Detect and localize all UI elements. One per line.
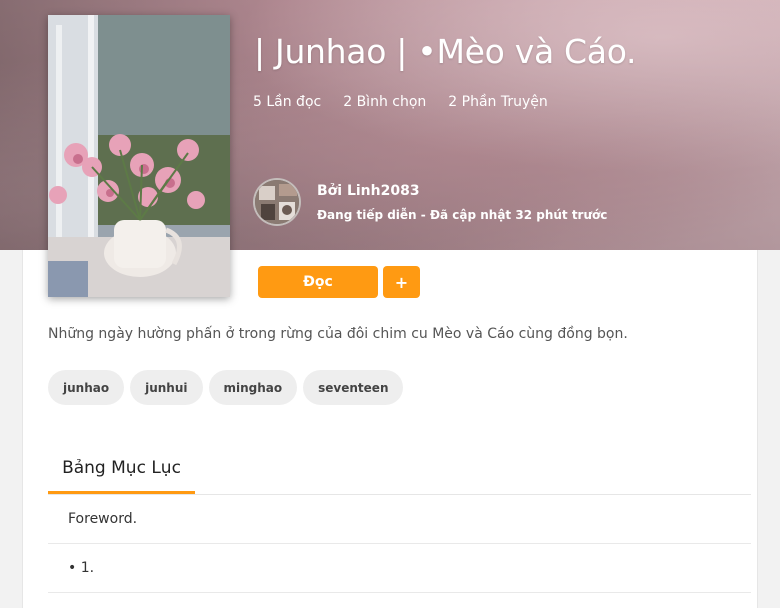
author-avatar[interactable] — [253, 178, 301, 226]
add-to-list-button[interactable]: + — [383, 266, 420, 298]
tag-junhao[interactable]: junhao — [48, 370, 125, 405]
story-description: Những ngày hường phấn ở trong rừng của đ… — [48, 326, 628, 342]
read-button[interactable]: Đọc — [258, 266, 378, 298]
tag-seventeen[interactable]: seventeen — [303, 370, 404, 405]
story-stats: 5 Lần đọc 2 Bình chọn 2 Phần Truyện — [253, 94, 548, 110]
author-block: Bởi Linh2083 Đang tiếp diễn - Đã cập nhậ… — [253, 178, 607, 226]
tag-minghao[interactable]: minghao — [208, 370, 298, 405]
parts-count: 2 Phần Truyện — [448, 94, 548, 110]
avatar-image — [255, 180, 299, 224]
tag-list: junhao junhui minghao seventeen — [48, 370, 404, 405]
toc-item-foreword[interactable]: Foreword. — [48, 495, 751, 544]
tab-table-of-contents[interactable]: Bảng Mục Lục — [48, 444, 195, 494]
cover-artwork — [48, 15, 230, 297]
reads-count: 5 Lần đọc — [253, 94, 322, 110]
toc-item-part-1[interactable]: • 1. — [48, 544, 751, 593]
author-info: Bởi Linh2083 Đang tiếp diễn - Đã cập nhậ… — [317, 183, 607, 222]
story-title: | Junhao | •Mèo và Cáo. — [254, 32, 637, 71]
story-cover-image[interactable] — [48, 15, 230, 297]
tag-junhui[interactable]: junhui — [130, 370, 203, 405]
author-name[interactable]: Bởi Linh2083 — [317, 183, 607, 199]
votes-count: 2 Bình chọn — [343, 94, 427, 110]
story-status: Đang tiếp diễn - Đã cập nhật 32 phút trư… — [317, 207, 608, 222]
